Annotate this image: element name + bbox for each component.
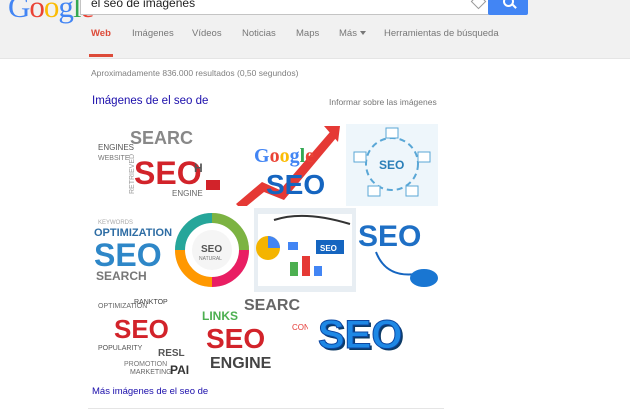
report-images-link[interactable]: Informar sobre las imágenes (329, 97, 437, 107)
svg-text:SEO: SEO (266, 169, 325, 200)
more-images-link[interactable]: Más imágenes de el seo de (92, 386, 208, 397)
chevron-down-icon (359, 31, 366, 36)
svg-text:SEO: SEO (318, 313, 402, 357)
seo-links-engine-image: SEARC LINKS SEO ENGINE CONTE (200, 294, 308, 376)
svg-text:PAI: PAI (170, 363, 189, 376)
search-input[interactable] (89, 0, 463, 11)
result-stats: Aproximadamente 836.000 resultados (0,50… (91, 68, 299, 78)
image-result-9[interactable]: SEARC LINKS SEO ENGINE CONTE (200, 294, 308, 376)
search-tabs: Web Imágenes Vídeos Noticias Maps Más He… (0, 28, 630, 52)
image-result-4[interactable]: OPTIMIZATION SEO SEARCH KEYWORDS (92, 210, 172, 290)
svg-text:H: H (194, 161, 203, 175)
svg-text:SEO: SEO (358, 220, 421, 253)
svg-text:SEARC: SEARC (130, 128, 193, 148)
image-result-6[interactable]: SEO (254, 208, 356, 292)
image-result-7[interactable]: SEO (356, 208, 440, 292)
svg-text:PROMOTION: PROMOTION (124, 361, 167, 368)
image-result-2[interactable]: Google SEO (232, 124, 340, 206)
svg-text:POPULARITY: POPULARITY (98, 345, 143, 352)
search-button[interactable] (488, 0, 528, 15)
search-box[interactable] (80, 0, 489, 15)
seo-wordcloud-image: SEARC ENGINES WEBSITE SEO H ENGINE RETRI… (94, 124, 228, 206)
svg-text:SEO: SEO (201, 244, 222, 255)
google-seo-arrow-image: Google SEO (232, 124, 340, 206)
svg-text:RANKTOP: RANKTOP (134, 299, 168, 306)
svg-text:CONTE: CONTE (292, 323, 308, 332)
tab-images[interactable]: Imágenes (132, 28, 174, 39)
svg-text:SEO: SEO (114, 314, 169, 344)
svg-text:MARKETING: MARKETING (130, 369, 172, 376)
svg-text:RESL: RESL (158, 348, 185, 359)
image-result-3[interactable]: SEO (346, 124, 438, 206)
active-tab-indicator (89, 54, 113, 57)
svg-text:SEARCH: SEARCH (96, 269, 147, 283)
svg-text:ENGINE: ENGINE (172, 189, 203, 198)
seo-optimization-image: OPTIMIZATION SEO SEARCH KEYWORDS (92, 210, 172, 290)
keyboard-icon[interactable] (470, 0, 487, 10)
svg-text:SEO: SEO (94, 237, 162, 273)
tab-news[interactable]: Noticias (242, 28, 276, 39)
svg-text:SEARC: SEARC (244, 297, 300, 314)
svg-text:SEO: SEO (320, 244, 337, 253)
image-result-8[interactable]: OPTIMIZATION RANKTOP SEO POPULARITY RESL… (94, 294, 198, 376)
seo-charts-glasses-image: SEO (254, 208, 356, 292)
tab-web[interactable]: Web (91, 28, 111, 39)
image-result-1[interactable]: SEARC ENGINES WEBSITE SEO H ENGINE RETRI… (94, 124, 228, 206)
seo-3d-text-image: SEO SEO (314, 300, 430, 364)
svg-text:SEO: SEO (379, 158, 404, 172)
svg-text:ENGINES: ENGINES (98, 143, 134, 152)
seo-wordcloud-2-image: OPTIMIZATION RANKTOP SEO POPULARITY RESL… (94, 294, 198, 376)
svg-text:SEO: SEO (134, 155, 202, 191)
svg-text:KEYWORDS: KEYWORDS (98, 220, 133, 226)
svg-text:SEO: SEO (206, 323, 265, 354)
tab-maps[interactable]: Maps (296, 28, 319, 39)
svg-text:ENGINE: ENGINE (210, 355, 272, 372)
tab-more[interactable]: Más (339, 28, 366, 39)
svg-text:Google: Google (254, 145, 314, 167)
divider (88, 408, 444, 409)
image-result-5[interactable]: SEO NATURAL (172, 210, 254, 290)
tab-more-label: Más (339, 28, 357, 39)
seo-natural-image: SEO NATURAL (172, 210, 254, 290)
top-bar: Google Web Imágenes Vídeos Noticias Maps… (0, 0, 630, 59)
svg-text:RETRIEVED: RETRIEVED (129, 154, 136, 194)
seo-cycle-image: SEO (346, 124, 438, 206)
svg-text:LINKS: LINKS (202, 309, 238, 323)
image-result-10[interactable]: SEO SEO (314, 300, 430, 364)
images-heading-link[interactable]: Imágenes de el seo de (92, 95, 208, 107)
tab-videos[interactable]: Vídeos (192, 28, 222, 39)
seo-mouse-image: SEO (356, 208, 440, 292)
svg-text:WEBSITE: WEBSITE (98, 155, 130, 162)
tab-search-tools[interactable]: Herramientas de búsqueda (384, 28, 499, 39)
svg-text:NATURAL: NATURAL (199, 256, 222, 262)
